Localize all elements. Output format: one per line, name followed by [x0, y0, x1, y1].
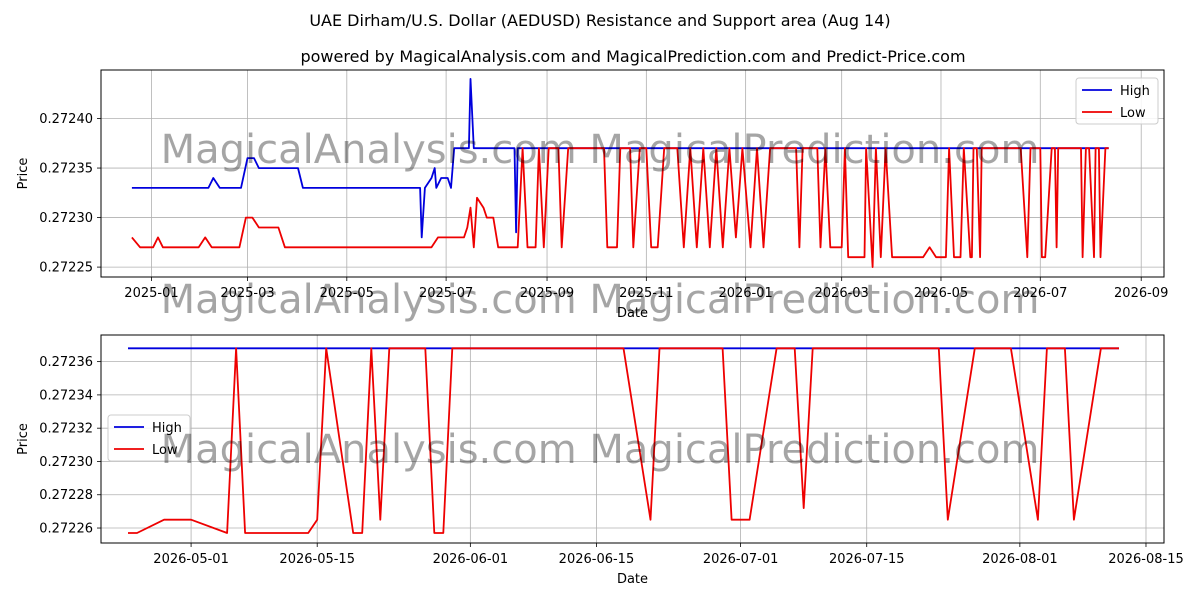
y-tick-label: 0.27232 — [39, 422, 93, 437]
y-axis-label: Price — [16, 158, 31, 190]
x-tick-label: 2026-08-15 — [1108, 552, 1184, 567]
legend: High Low — [1075, 77, 1159, 125]
y-axis-label: Price — [16, 423, 31, 455]
legend-label-high: High — [1120, 84, 1150, 99]
x-tick-label: 2026-06-01 — [433, 552, 509, 567]
x-tick-label: 2026-07-15 — [829, 552, 905, 567]
x-axis-label: Date — [617, 572, 648, 587]
chart-subtitle: powered by MagicalAnalysis.com and Magic… — [300, 47, 965, 66]
x-tick-label: 2026-07-01 — [703, 552, 779, 567]
x-tick-label: 2026-08-01 — [982, 552, 1058, 567]
y-tick-label: 0.27230 — [39, 455, 93, 470]
y-tick-label: 0.27240 — [39, 112, 93, 127]
y-tick-label: 0.27230 — [39, 211, 93, 226]
y-tick-label: 0.27228 — [39, 488, 93, 503]
watermark-bottom: MagicalAnalysis.com MagicalPrediction.co… — [161, 427, 1040, 473]
y-tick-label: 0.27234 — [39, 388, 93, 403]
y-tick-label: 0.27226 — [39, 522, 93, 537]
x-tick-label: 2026-05-15 — [279, 552, 355, 567]
legend-label-low: Low — [1120, 106, 1146, 121]
figure: UAE Dirham/U.S. Dollar (AEDUSD) Resistan… — [16, 11, 1184, 587]
y-tick-label: 0.27235 — [39, 162, 93, 177]
chart-title: UAE Dirham/U.S. Dollar (AEDUSD) Resistan… — [309, 11, 890, 30]
x-tick-label: 2026-05-01 — [153, 552, 229, 567]
watermark-top: MagicalAnalysis.com MagicalPrediction.co… — [161, 127, 1040, 173]
y-tick-label: 0.27225 — [39, 261, 93, 276]
x-tick-label: 2026-06-15 — [559, 552, 635, 567]
watermark-middle: MagicalAnalysis.com MagicalPrediction.co… — [161, 277, 1040, 323]
y-tick-label: 0.27236 — [39, 355, 93, 370]
x-tick-label: 2026-09 — [1114, 286, 1168, 301]
